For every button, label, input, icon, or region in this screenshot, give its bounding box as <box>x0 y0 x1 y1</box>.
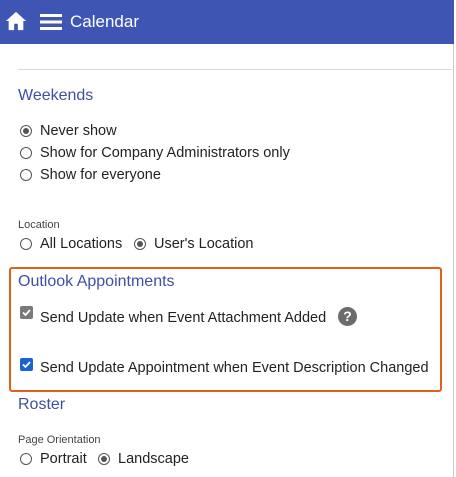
checkmark-icon <box>22 361 31 369</box>
option-label-show-everyone[interactable]: Show for everyone <box>40 166 161 184</box>
option-label-all-locations[interactable]: All Locations <box>40 235 122 253</box>
divider <box>18 69 452 70</box>
option-label-never-show[interactable]: Never show <box>40 122 117 140</box>
description-changed-label[interactable]: Send Update Appointment when Event Descr… <box>40 359 429 377</box>
page-orientation-label: Page Orientation <box>18 434 101 446</box>
radio-portrait[interactable] <box>20 453 32 465</box>
help-icon[interactable]: ? <box>338 307 357 326</box>
radio-landscape[interactable] <box>98 453 110 465</box>
settings-panel: Calendar Weekends Never show Show for Co… <box>0 0 454 477</box>
option-label-portrait[interactable]: Portrait <box>40 450 87 468</box>
home-icon[interactable] <box>5 10 27 32</box>
radio-all-locations[interactable] <box>20 238 32 250</box>
radio-never-show[interactable] <box>20 125 32 137</box>
option-label-landscape[interactable]: Landscape <box>118 450 189 468</box>
radio-show-admins[interactable] <box>20 147 32 159</box>
location-label: Location <box>18 219 60 231</box>
attachment-added-label[interactable]: Send Update when Event Attachment Added <box>40 309 326 327</box>
checkbox-description-changed[interactable] <box>20 358 33 371</box>
hamburger-menu-icon[interactable] <box>39 12 63 32</box>
option-label-show-admins[interactable]: Show for Company Administrators only <box>40 144 290 162</box>
option-label-users-location[interactable]: User's Location <box>154 235 253 253</box>
outlook-section-title: Outlook Appointments <box>18 273 175 290</box>
checkbox-attachment-added[interactable] <box>20 306 33 319</box>
weekends-section-title: Weekends <box>18 87 94 104</box>
page-title: Calendar <box>70 12 139 31</box>
top-bar: Calendar <box>0 0 454 44</box>
roster-section-title: Roster <box>18 396 66 413</box>
radio-show-everyone[interactable] <box>20 169 32 181</box>
radio-users-location[interactable] <box>134 238 146 250</box>
checkmark-icon <box>22 309 31 317</box>
